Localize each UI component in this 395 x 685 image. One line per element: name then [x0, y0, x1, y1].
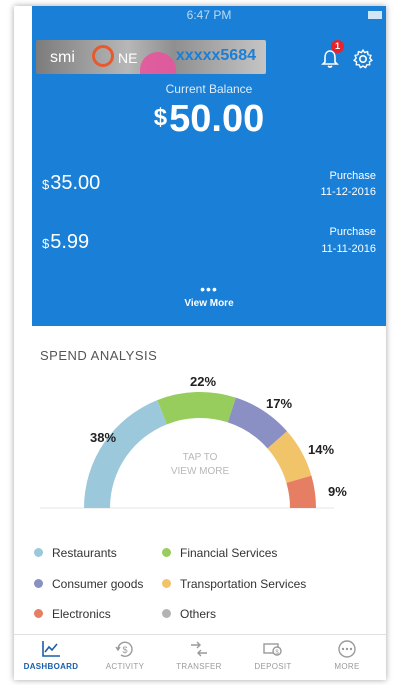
legend-item: Financial Services — [162, 546, 277, 560]
legend-label: Consumer goods — [52, 577, 144, 591]
transaction-value: 5.99 — [50, 231, 90, 253]
tab-deposit[interactable]: $ DEPOSIT — [236, 639, 310, 671]
tab-more[interactable]: MORE — [310, 639, 384, 671]
tab-label: DASHBOARD — [23, 662, 79, 671]
balance-currency: $ — [153, 104, 168, 131]
tap-to-view-more[interactable]: TAP TO VIEW MORE — [14, 451, 386, 479]
tab-transfer[interactable]: TRANSFER — [162, 639, 236, 671]
transaction-amount[interactable]: $5.99 — [42, 231, 89, 254]
legend-label: Others — [180, 607, 217, 621]
legend-item: Transportation Services — [162, 577, 306, 591]
donut-segment-financial-services[interactable] — [157, 392, 236, 425]
gear-icon[interactable] — [352, 48, 374, 70]
segment-label-restaurants: 38% — [90, 430, 117, 445]
legend-item: Electronics — [34, 607, 111, 621]
card-logo-suffix: NE — [118, 50, 138, 66]
legend-dot — [162, 609, 171, 618]
tab-label: TRANSFER — [176, 662, 222, 671]
spend-analysis-title: SPEND ANALYSIS — [40, 348, 158, 363]
current-balance-label: Current Balance — [165, 82, 253, 96]
tab-dashboard[interactable]: DASHBOARD — [14, 639, 88, 671]
activity-dollar-icon: $ — [115, 641, 133, 657]
tab-activity[interactable]: $ ACTIVITY — [88, 639, 162, 671]
tap-line-1: TAP TO — [182, 452, 218, 463]
tab-label: DEPOSIT — [254, 662, 292, 671]
card-logo-ring-icon — [92, 45, 114, 67]
legend-dot — [34, 609, 43, 618]
transaction-currency: $ — [42, 236, 50, 251]
transaction-type: Purchase — [329, 226, 376, 238]
transaction-currency: $ — [42, 177, 50, 192]
card-number: xxxxx5684 — [175, 47, 256, 64]
segment-label-consumer: 17% — [266, 396, 293, 411]
view-more-dots-icon[interactable]: ••• — [32, 282, 386, 296]
transaction-value: 35.00 — [50, 172, 101, 194]
bottom-tab-bar: DASHBOARD $ ACTIVITY TRANSFER $ DEPOSIT — [14, 634, 386, 680]
transaction-date: 11-11-2016 — [321, 243, 376, 255]
tap-line-2: VIEW MORE — [170, 466, 230, 477]
deposit-check-icon: $ — [263, 643, 282, 656]
battery-icon — [368, 11, 382, 19]
card-decoration — [140, 52, 176, 74]
legend-dot — [34, 579, 43, 588]
notification-badge: 1 — [331, 40, 344, 53]
transaction-date: 11-12-2016 — [320, 186, 376, 198]
segment-label-electronics: 9% — [328, 484, 347, 499]
segment-label-financial: 22% — [190, 374, 217, 389]
legend-label: Transportation Services — [180, 577, 307, 591]
card-logo-prefix: smi — [50, 49, 75, 66]
app-screen: 6:47 PM smi NE xxxxx5684 1 Current Balan… — [14, 6, 386, 680]
legend-label: Financial Services — [180, 546, 278, 560]
tab-label: MORE — [334, 662, 360, 671]
transfer-icon — [191, 641, 207, 657]
svg-text:$: $ — [122, 645, 127, 655]
legend-dot — [162, 548, 171, 557]
balance-value: 50.00 — [169, 98, 265, 140]
legend-dot — [162, 579, 171, 588]
status-time: 6:47 PM — [186, 8, 232, 22]
legend-item: Restaurants — [34, 546, 117, 560]
more-dots-icon — [338, 640, 356, 658]
legend-item: Others — [162, 607, 216, 621]
current-balance-amount: $50.00 — [32, 98, 386, 141]
legend-label: Restaurants — [52, 546, 117, 560]
legend-dot — [34, 548, 43, 557]
card-banner[interactable]: smi NE xxxxx5684 — [36, 40, 266, 74]
tab-label: ACTIVITY — [105, 662, 145, 671]
balance-panel: 6:47 PM smi NE xxxxx5684 1 Current Balan… — [32, 6, 386, 326]
transaction-amount[interactable]: $35.00 — [42, 172, 100, 195]
legend-item: Consumer goods — [34, 577, 143, 591]
dashboard-chart-icon — [42, 641, 60, 657]
legend-label: Electronics — [52, 607, 111, 621]
transaction-type: Purchase — [329, 170, 376, 182]
view-more-link[interactable]: View More — [32, 298, 386, 309]
